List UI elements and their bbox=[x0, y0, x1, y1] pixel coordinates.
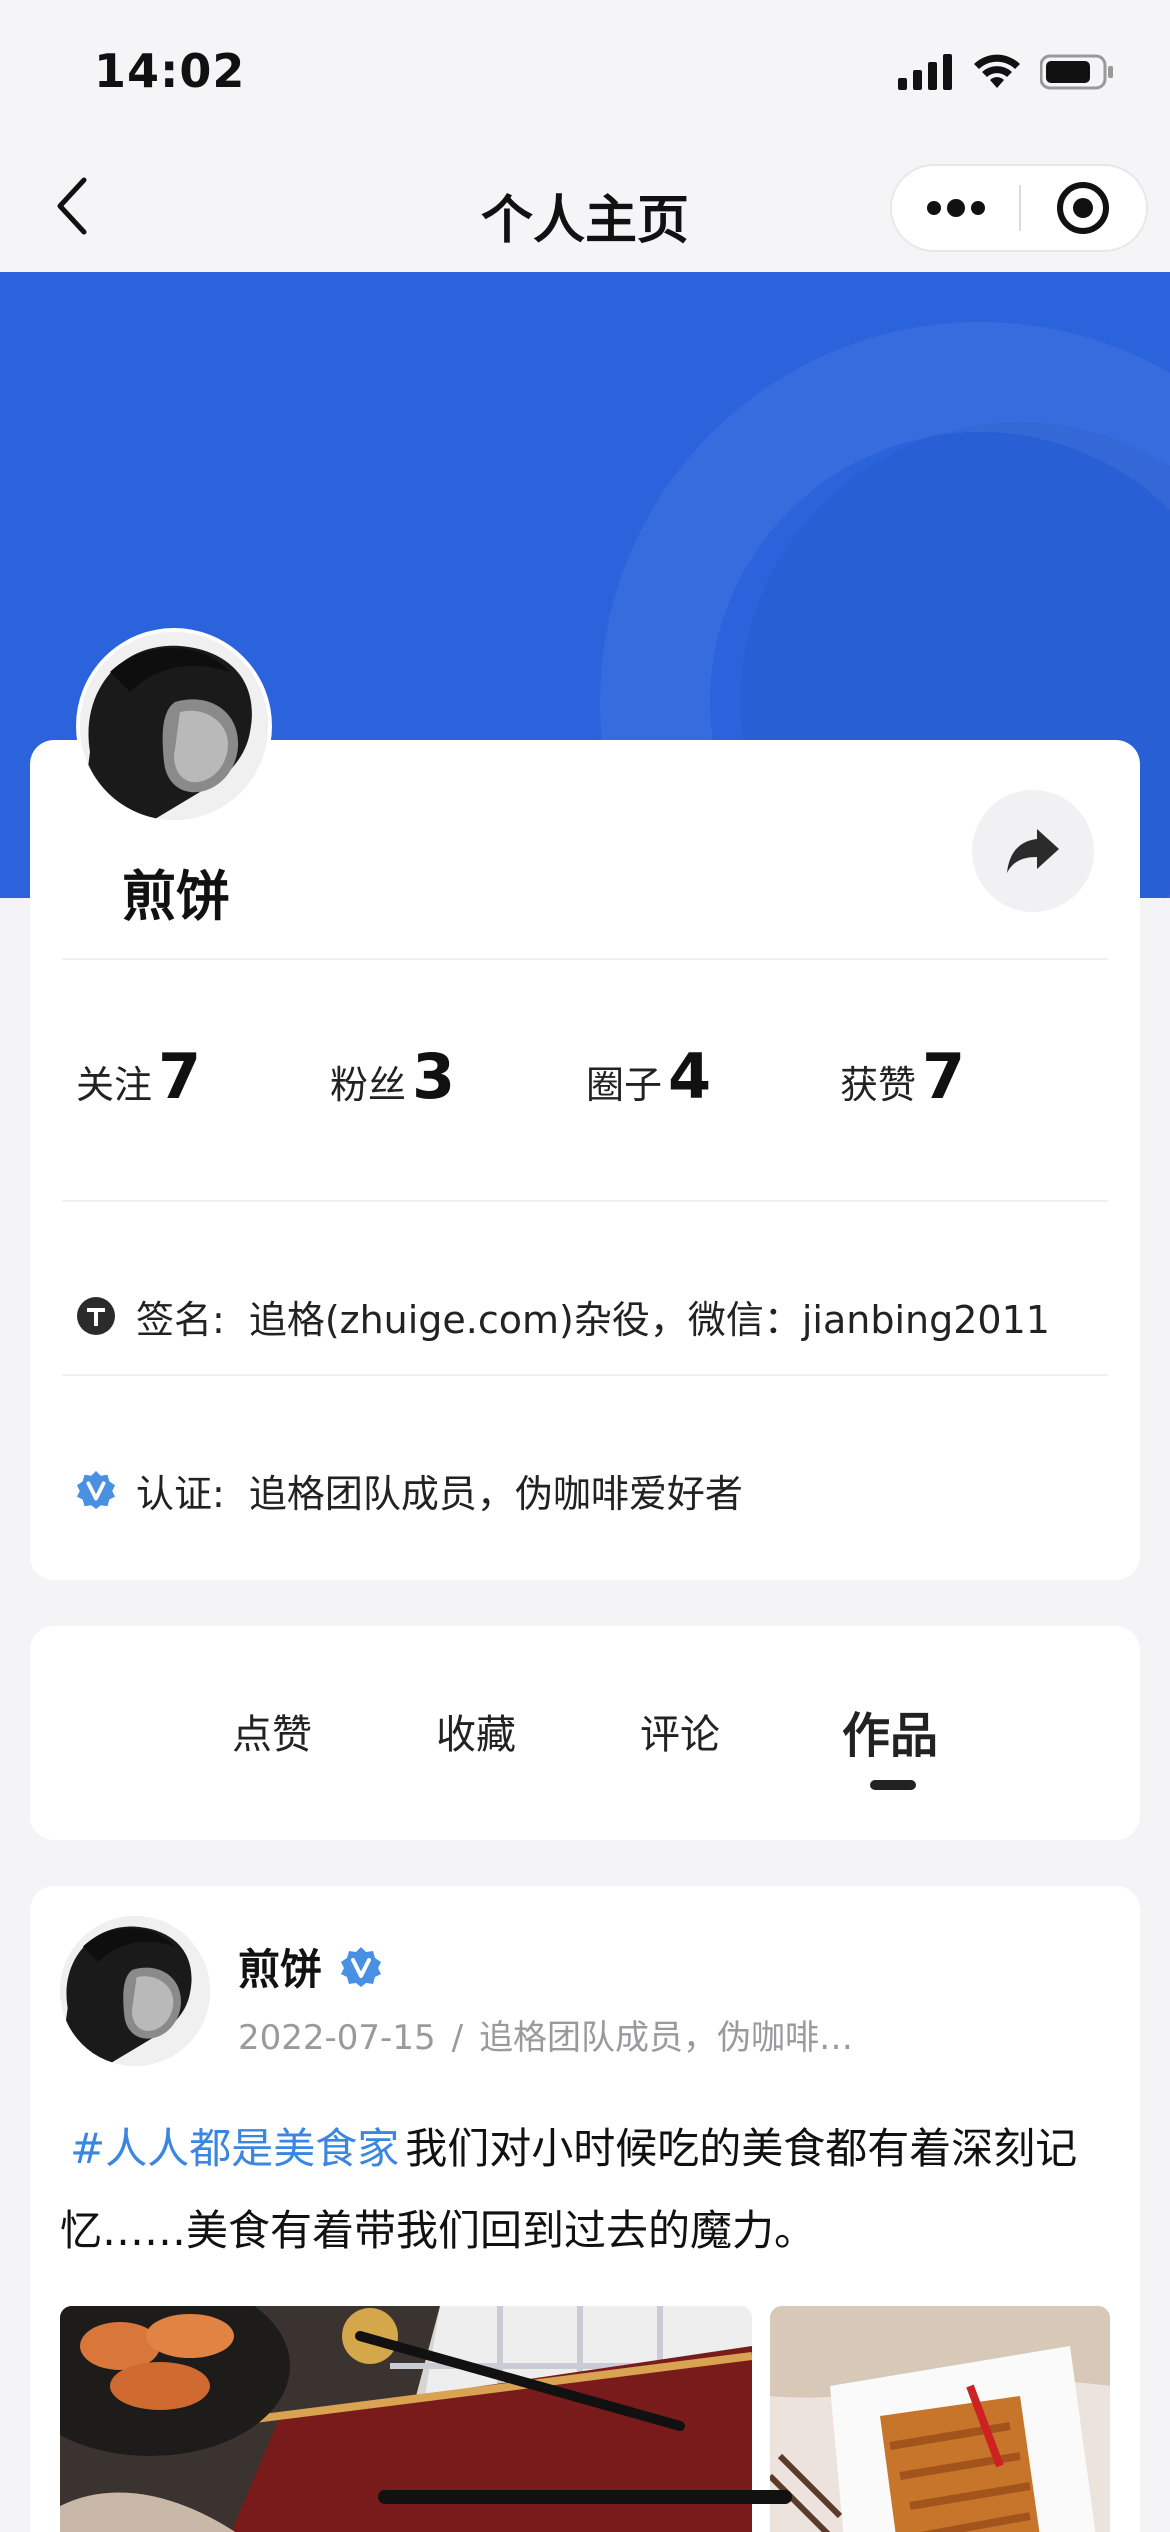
post-author-title: 追格团队成员，伪咖啡… bbox=[479, 2018, 854, 2058]
target-close-icon bbox=[1057, 182, 1110, 234]
stat-label: 关注 bbox=[76, 1063, 153, 1107]
stat-value: 7 bbox=[158, 1040, 202, 1113]
stat-circles[interactable]: 圈子 4 bbox=[586, 1040, 711, 1113]
share-arrow-icon bbox=[1007, 829, 1059, 873]
tabs-card: 点赞 收藏 评论 作品 bbox=[30, 1626, 1140, 1840]
tab-works[interactable]: 作品 bbox=[842, 1696, 938, 1766]
verified-badge-icon bbox=[340, 1946, 382, 1988]
text-t-icon bbox=[76, 1296, 116, 1336]
post-hashtag[interactable]: #人人都是美食家 bbox=[70, 2124, 399, 2173]
post-meta: 2022-07-15 / 追格团队成员，伪咖啡… bbox=[238, 2010, 853, 2059]
post-author-row: 煎饼 bbox=[238, 1936, 382, 1997]
tab-comments[interactable]: 评论 bbox=[640, 1702, 720, 1760]
stats-row: 关注 7 粉丝 3 圈子 4 获赞 7 bbox=[76, 1040, 1116, 1140]
active-tab-indicator bbox=[870, 1780, 916, 1790]
home-indicator bbox=[378, 2490, 792, 2504]
wifi-icon bbox=[974, 54, 1020, 88]
post-content[interactable]: #人人都是美食家 我们对小时候吃的美食都有着深刻记忆……美食有着带我们回到过去的魔… bbox=[60, 2108, 1110, 2272]
status-time: 14:02 bbox=[94, 44, 246, 98]
post-avatar[interactable] bbox=[60, 1916, 210, 2066]
stat-likes[interactable]: 获赞 7 bbox=[840, 1040, 965, 1113]
battery-icon bbox=[1040, 54, 1113, 90]
post-card[interactable]: 煎饼 2022-07-15 / 追格团队成员，伪咖啡… #人人都是美食家 我们对小时候… bbox=[30, 1886, 1140, 2532]
profile-name: 煎饼 bbox=[122, 865, 230, 928]
mini-program-capsule bbox=[890, 164, 1148, 252]
stat-value: 3 bbox=[412, 1040, 456, 1113]
verified-badge-icon bbox=[76, 1470, 116, 1510]
certification-label: 认证: bbox=[136, 1471, 225, 1516]
signature-label: 签名: bbox=[136, 1297, 225, 1342]
avatar-portrait bbox=[80, 632, 268, 820]
divider bbox=[62, 1200, 1108, 1202]
tab-favorites[interactable]: 收藏 bbox=[436, 1702, 516, 1760]
avatar-portrait bbox=[60, 1916, 210, 2066]
share-button[interactable] bbox=[972, 790, 1094, 912]
signal-icon bbox=[898, 54, 952, 90]
signature-value: 追格(zhuige.com)杂役，微信：jianbing2011 bbox=[248, 1297, 1050, 1342]
certification-row: 认证: 追格团队成员，伪咖啡爱好者 bbox=[76, 1460, 743, 1520]
stat-followers[interactable]: 粉丝 3 bbox=[330, 1040, 455, 1113]
signature-row: 签名: 追格(zhuige.com)杂役，微信：jianbing2011 bbox=[76, 1286, 1050, 1346]
post-image[interactable] bbox=[770, 2306, 1110, 2532]
post-author-name: 煎饼 bbox=[238, 1945, 323, 1994]
post-date: 2022-07-15 bbox=[238, 2018, 436, 2058]
close-program-button[interactable] bbox=[1021, 166, 1146, 250]
profile-card: 煎饼 关注 7 粉丝 3 圈子 4 获赞 7 签名: 追格(zhuige.com… bbox=[30, 740, 1140, 1580]
certification-value: 追格团队成员，伪咖啡爱好者 bbox=[248, 1471, 743, 1516]
stat-value: 7 bbox=[922, 1040, 966, 1113]
tab-likes[interactable]: 点赞 bbox=[232, 1702, 312, 1760]
divider bbox=[62, 1374, 1108, 1376]
more-button[interactable] bbox=[892, 166, 1019, 250]
stat-label: 获赞 bbox=[840, 1063, 917, 1107]
stat-following[interactable]: 关注 7 bbox=[76, 1040, 201, 1113]
more-dots-icon bbox=[926, 199, 985, 217]
nav-bar: 个人主页 bbox=[0, 140, 1170, 272]
status-icons bbox=[898, 54, 1114, 90]
meta-separator: / bbox=[451, 2018, 464, 2058]
food-photo-noodles bbox=[770, 2306, 1110, 2532]
status-bar: 14:02 bbox=[0, 0, 1170, 140]
stat-label: 粉丝 bbox=[330, 1063, 407, 1107]
stat-label: 圈子 bbox=[586, 1063, 663, 1107]
divider bbox=[62, 958, 1108, 960]
stat-value: 4 bbox=[668, 1040, 712, 1113]
avatar[interactable] bbox=[76, 628, 272, 824]
